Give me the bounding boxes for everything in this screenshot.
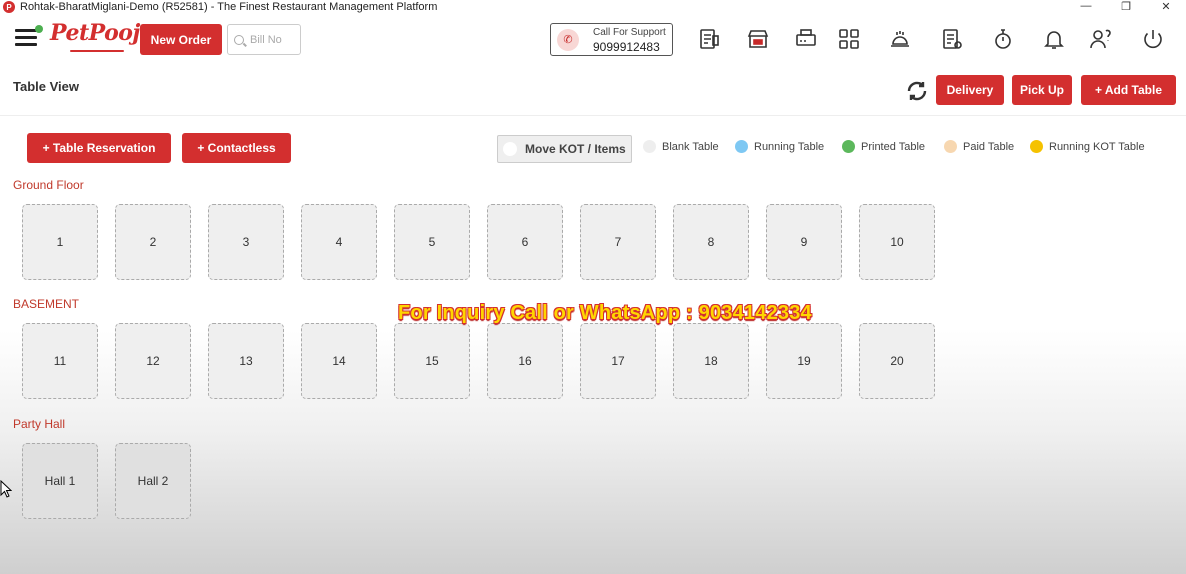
support-label: Call For Support xyxy=(593,26,666,38)
sub-header: Table View Delivery Pick Up + Add Table xyxy=(0,64,1186,116)
bill-no-search[interactable]: Bill No xyxy=(227,24,301,55)
table-reservation-button[interactable]: + Table Reservation xyxy=(27,133,171,163)
table-tile[interactable]: 4 xyxy=(301,204,377,280)
bell-icon[interactable] xyxy=(1041,26,1067,52)
window-title: Rohtak-BharatMiglani-Demo (R52581) - The… xyxy=(20,1,438,13)
help-user-icon[interactable] xyxy=(1088,26,1114,52)
page-title: Table View xyxy=(13,79,79,94)
bill-no-placeholder: Bill No xyxy=(250,33,282,46)
table-tile[interactable]: 15 xyxy=(394,323,470,399)
power-icon[interactable] xyxy=(1140,26,1166,52)
move-kot-label: Move KOT / Items xyxy=(525,142,626,156)
legend-label: Paid Table xyxy=(963,140,1015,153)
kitchen-display-icon[interactable] xyxy=(887,26,913,52)
promo-overlay-text: For Inquiry Call or WhatsApp : 903414233… xyxy=(398,302,812,324)
report-icon[interactable] xyxy=(939,26,965,52)
table-tile[interactable]: 6 xyxy=(487,204,563,280)
running-dot-icon xyxy=(735,140,748,153)
legend-running: Running Table xyxy=(735,140,824,153)
brand-logo: PetPooja xyxy=(50,20,154,46)
table-tile[interactable]: 16 xyxy=(487,323,563,399)
legend-label: Printed Table xyxy=(861,140,926,153)
pickup-button[interactable]: Pick Up xyxy=(1012,75,1072,105)
section-party-hall: Party Hall xyxy=(13,417,66,431)
window-titlebar: P Rohtak-BharatMiglani-Demo (R52581) - T… xyxy=(0,0,1186,14)
support-phone: 9099912483 xyxy=(593,39,660,54)
table-tile[interactable]: 7 xyxy=(580,204,656,280)
store-icon[interactable] xyxy=(745,26,771,52)
online-status-dot xyxy=(35,25,43,33)
table-tile[interactable]: 14 xyxy=(301,323,377,399)
add-table-button[interactable]: + Add Table xyxy=(1081,75,1176,105)
contactless-button[interactable]: + Contactless xyxy=(182,133,291,163)
running-kot-dot-icon xyxy=(1030,140,1043,153)
section-basement: BASEMENT xyxy=(13,297,80,311)
mouse-cursor-icon xyxy=(0,480,12,498)
close-button[interactable]: ✕ xyxy=(1146,0,1186,13)
legend-label: Blank Table xyxy=(662,140,719,153)
table-tile[interactable]: Hall 1 xyxy=(22,443,98,519)
table-tile[interactable]: 12 xyxy=(115,323,191,399)
legend-blank: Blank Table xyxy=(643,140,719,153)
table-tile[interactable]: 9 xyxy=(766,204,842,280)
minimize-button[interactable]: — xyxy=(1066,0,1106,12)
window-controls: — ❐ ✕ xyxy=(1066,0,1186,13)
table-tile[interactable]: 5 xyxy=(394,204,470,280)
section-ground-floor: Ground Floor xyxy=(13,178,84,192)
search-icon xyxy=(234,34,244,45)
call-support-button[interactable]: ✆ Call For Support 9099912483 xyxy=(550,23,673,56)
move-kot-toggle[interactable]: Move KOT / Items xyxy=(497,135,632,163)
legend-printed: Printed Table xyxy=(842,140,925,153)
table-tile[interactable]: 10 xyxy=(859,204,935,280)
printed-dot-icon xyxy=(842,140,855,153)
blank-dot-icon xyxy=(643,140,656,153)
toggle-knob xyxy=(503,142,517,156)
menu-icon[interactable] xyxy=(15,25,43,46)
table-tile[interactable]: 20 xyxy=(859,323,935,399)
table-tile[interactable]: 18 xyxy=(673,323,749,399)
table-tile[interactable]: 1 xyxy=(22,204,98,280)
billing-icon[interactable] xyxy=(696,26,722,52)
table-tile[interactable]: 3 xyxy=(208,204,284,280)
new-order-button[interactable]: New Order xyxy=(140,24,222,55)
legend-paid: Paid Table xyxy=(944,140,1014,153)
table-tile[interactable]: 13 xyxy=(208,323,284,399)
timer-icon[interactable] xyxy=(990,26,1016,52)
app-logo-icon: P xyxy=(3,1,15,13)
table-tile[interactable]: 17 xyxy=(580,323,656,399)
delivery-button[interactable]: Delivery xyxy=(936,75,1004,105)
legend-label: Running Table xyxy=(754,140,825,153)
restore-button[interactable]: ❐ xyxy=(1106,0,1146,13)
table-tile[interactable]: 19 xyxy=(766,323,842,399)
legend-label: Running KOT Table xyxy=(1049,140,1145,153)
table-tile[interactable]: 11 xyxy=(22,323,98,399)
table-tile[interactable]: 2 xyxy=(115,204,191,280)
printer-icon[interactable] xyxy=(793,26,819,52)
brand-underline xyxy=(70,50,124,52)
paid-dot-icon xyxy=(944,140,957,153)
refresh-icon[interactable] xyxy=(905,79,929,103)
table-tile[interactable]: Hall 2 xyxy=(115,443,191,519)
grid-icon[interactable] xyxy=(836,26,862,52)
top-bar: PetPooja New Order Bill No ✆ Call For Su… xyxy=(0,14,1186,64)
table-tile[interactable]: 8 xyxy=(673,204,749,280)
phone-icon: ✆ xyxy=(557,28,579,51)
legend-running-kot: Running KOT Table xyxy=(1030,140,1145,153)
